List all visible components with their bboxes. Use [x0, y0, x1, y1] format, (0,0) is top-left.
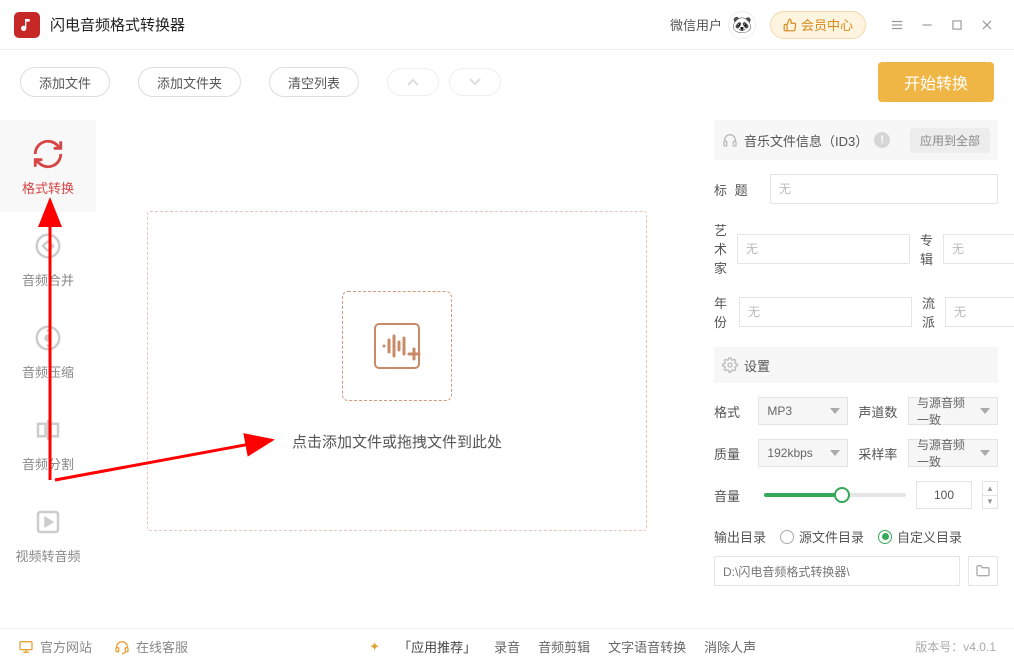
sidebar-item-label: 格式转换 — [22, 178, 74, 197]
thumbs-up-icon — [783, 18, 797, 32]
year-field[interactable] — [739, 297, 912, 327]
format-label: 格式 — [714, 402, 748, 421]
volume-label: 音量 — [714, 486, 754, 505]
denoise-link[interactable]: 消除人声 — [704, 637, 756, 656]
info-icon[interactable]: ! — [874, 132, 890, 148]
waveform-add-icon — [369, 318, 425, 374]
output-custom-radio[interactable]: 自定义目录 — [878, 527, 962, 546]
folder-icon — [975, 563, 991, 579]
volume-value: 100 — [916, 481, 972, 509]
add-folder-button[interactable]: 添加文件夹 — [138, 67, 241, 97]
headset-icon — [114, 639, 130, 655]
sidebar-item-label: 视频转音频 — [15, 546, 80, 565]
compress-icon — [30, 320, 66, 356]
statusbar: 官方网站 在线客服 ✦ 「应用推荐」 录音 音频剪辑 文字语音转换 消除人声 版… — [0, 628, 1014, 664]
app-title: 闪电音频格式转换器 — [50, 14, 185, 35]
sidebar-item-label: 音频合并 — [22, 270, 74, 289]
close-icon — [980, 18, 994, 32]
official-site-link[interactable]: 官方网站 — [18, 637, 92, 656]
sidebar-item-label: 音频压缩 — [22, 362, 74, 381]
maximize-button[interactable] — [944, 12, 970, 38]
app-logo — [14, 12, 40, 38]
sidebar-item-label: 音频分割 — [22, 454, 74, 473]
title-field[interactable] — [770, 174, 998, 204]
browse-folder-button[interactable] — [968, 556, 998, 586]
minimize-button[interactable] — [914, 12, 940, 38]
id3-section-header: 音乐文件信息（ID3） ! 应用到全部 — [714, 120, 998, 160]
chevron-up-icon — [406, 77, 420, 87]
refresh-icon — [30, 136, 66, 172]
channels-select[interactable]: 与源音频一致 — [908, 397, 998, 425]
title-label: 标 题 — [714, 180, 760, 199]
artist-field[interactable] — [737, 234, 910, 264]
headphones-icon — [722, 132, 738, 148]
output-source-radio[interactable]: 源文件目录 — [780, 527, 864, 546]
output-path-field[interactable] — [714, 556, 960, 586]
wechat-avatar[interactable]: 🐼 — [728, 11, 756, 39]
audio-edit-link[interactable]: 音频剪辑 — [538, 637, 590, 656]
close-button[interactable] — [974, 12, 1000, 38]
id3-section-title: 音乐文件信息（ID3） — [744, 131, 868, 150]
format-select[interactable]: MP3 — [758, 397, 848, 425]
online-service-link[interactable]: 在线客服 — [114, 637, 188, 656]
sparkle-icon: ✦ — [369, 639, 380, 655]
wechat-user-label: 微信用户 — [670, 15, 722, 34]
sidebar-item-audio-merge[interactable]: 音频合并 — [0, 212, 96, 304]
center-area: 点击添加文件或拖拽文件到此处 — [96, 114, 698, 628]
sidebar-item-format-convert[interactable]: 格式转换 — [0, 120, 96, 212]
minimize-icon — [920, 18, 934, 32]
menu-button[interactable] — [884, 12, 910, 38]
volume-stepper[interactable]: ▲ ▼ — [982, 481, 998, 509]
year-label: 年 份 — [714, 293, 729, 331]
merge-icon — [30, 228, 66, 264]
quality-label: 质量 — [714, 444, 748, 463]
sidebar: 格式转换 音频合并 音频压缩 音频分割 视频转音频 — [0, 114, 96, 628]
toolbar: 添加文件 添加文件夹 清空列表 开始转换 — [0, 50, 1014, 114]
settings-section-title: 设置 — [744, 356, 770, 375]
settings-section-header: 设置 — [714, 347, 998, 383]
menu-icon — [890, 18, 904, 32]
apply-all-button[interactable]: 应用到全部 — [910, 128, 990, 153]
album-field[interactable] — [943, 234, 1014, 264]
sidebar-item-audio-compress[interactable]: 音频压缩 — [0, 304, 96, 396]
right-panel: 音乐文件信息（ID3） ! 应用到全部 标 题 艺术家 专辑 年 份 流派 设置… — [698, 114, 1014, 628]
start-convert-button[interactable]: 开始转换 — [878, 62, 994, 102]
member-center-button[interactable]: 会员中心 — [770, 11, 866, 39]
play-icon — [30, 504, 66, 540]
volume-down[interactable]: ▼ — [983, 496, 997, 509]
maximize-icon — [950, 18, 964, 32]
titlebar: 闪电音频格式转换器 微信用户 🐼 会员中心 — [0, 0, 1014, 50]
tts-link[interactable]: 文字语音转换 — [608, 637, 686, 656]
split-icon — [30, 412, 66, 448]
samplerate-select[interactable]: 与源音频一致 — [908, 439, 998, 467]
dropzone-hint: 点击添加文件或拖拽文件到此处 — [292, 431, 502, 452]
artist-label: 艺术家 — [714, 220, 727, 277]
album-label: 专辑 — [920, 230, 933, 268]
output-label: 输出目录 — [714, 527, 766, 546]
samplerate-label: 采样率 — [858, 444, 898, 463]
monitor-icon — [18, 639, 34, 655]
volume-up[interactable]: ▲ — [983, 482, 997, 496]
gear-icon — [722, 357, 738, 373]
record-link[interactable]: 录音 — [494, 637, 520, 656]
member-center-label: 会员中心 — [801, 15, 853, 34]
sidebar-item-audio-split[interactable]: 音频分割 — [0, 396, 96, 488]
channels-label: 声道数 — [858, 402, 898, 421]
dropzone-icon-box — [342, 291, 452, 401]
move-up-button[interactable] — [387, 68, 439, 96]
sidebar-item-video-to-audio[interactable]: 视频转音频 — [0, 488, 96, 580]
app-recommend-link[interactable]: 「应用推荐」 — [398, 637, 476, 656]
volume-thumb[interactable] — [834, 487, 850, 503]
volume-slider[interactable] — [764, 485, 906, 505]
quality-select[interactable]: 192kbps — [758, 439, 848, 467]
move-down-button[interactable] — [449, 68, 501, 96]
dropzone[interactable]: 点击添加文件或拖拽文件到此处 — [147, 211, 647, 531]
chevron-down-icon — [468, 77, 482, 87]
clear-list-button[interactable]: 清空列表 — [269, 67, 359, 97]
version-label: 版本号：v4.0.1 — [915, 638, 996, 655]
genre-label: 流派 — [922, 293, 935, 331]
genre-field[interactable] — [945, 297, 1014, 327]
add-file-button[interactable]: 添加文件 — [20, 67, 110, 97]
